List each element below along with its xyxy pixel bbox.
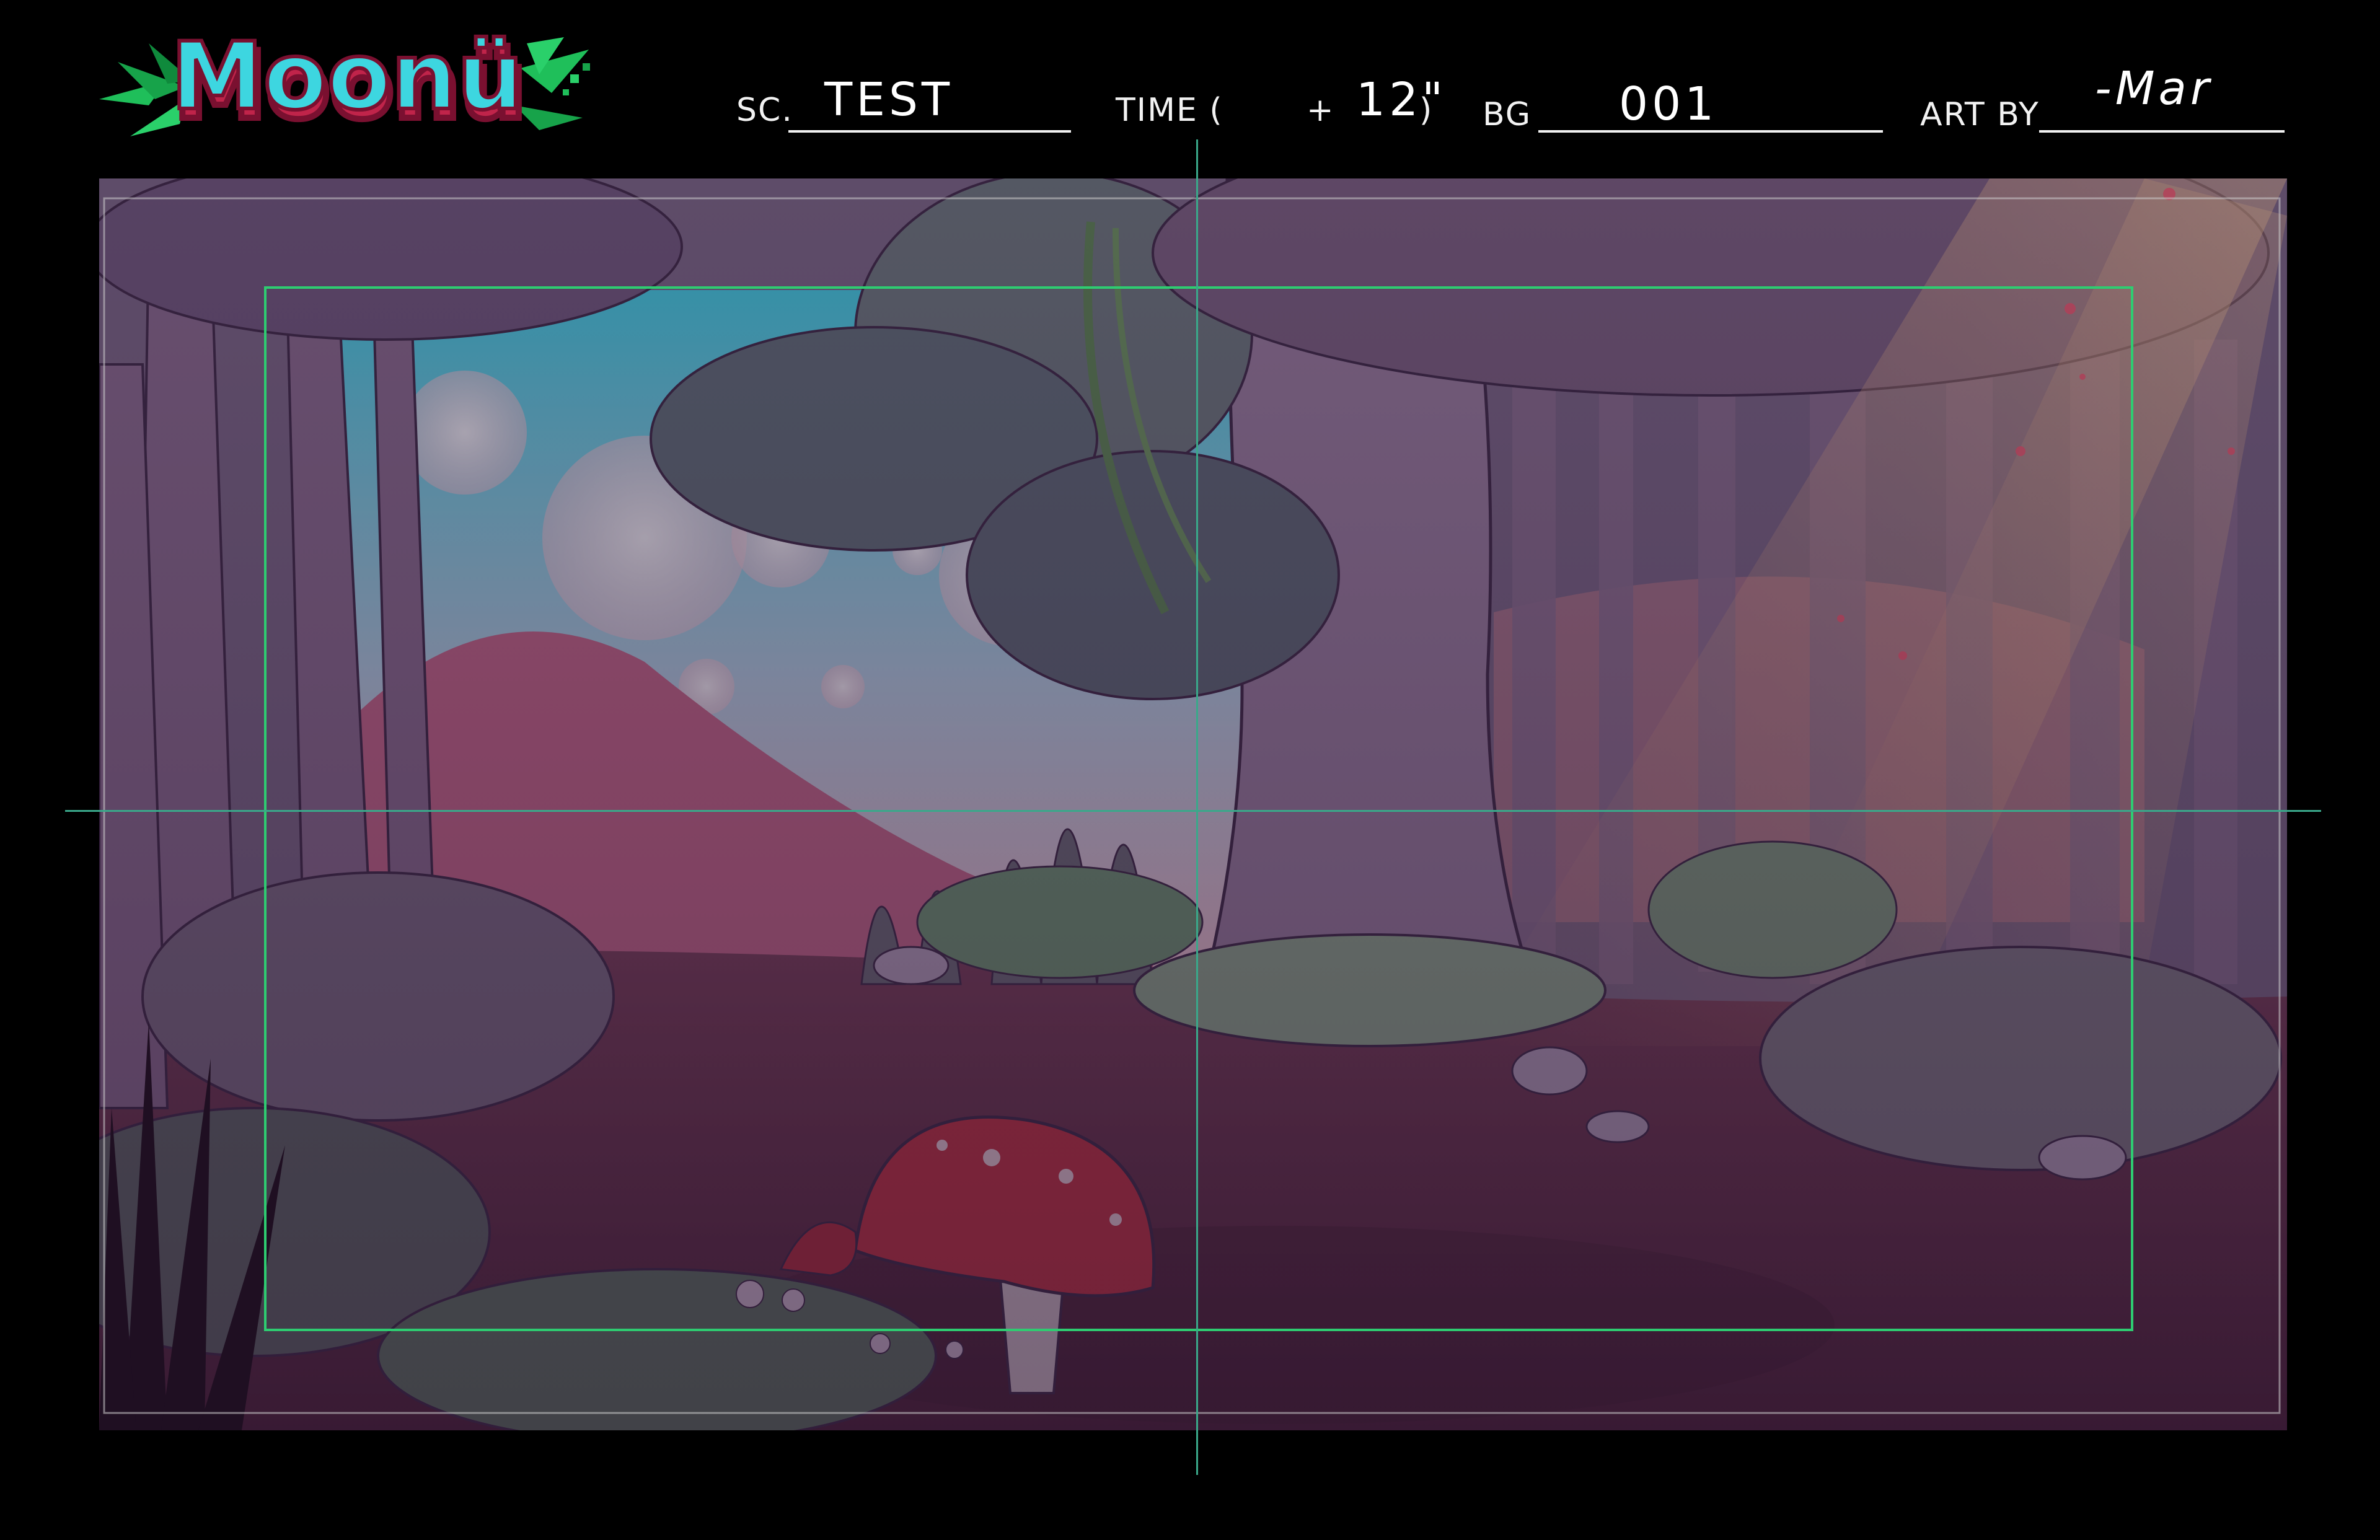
scene-underline	[788, 130, 1071, 133]
artist-signature: -Mar	[2095, 62, 2213, 115]
scene-label: SC.	[736, 92, 793, 129]
center-vertical-guide	[1196, 139, 1198, 1475]
art-underline	[2039, 130, 2285, 133]
art-by-label: ART BY	[1920, 96, 2040, 133]
forest-scene	[99, 178, 2287, 1430]
bg-value: 001	[1619, 77, 1718, 131]
bg-underline	[1538, 130, 1883, 133]
moonu-logo: Moonü Moonü	[99, 25, 590, 143]
time-close: )	[1419, 92, 1434, 129]
time-plus: +	[1307, 92, 1335, 129]
scene-value: TEST	[824, 73, 954, 126]
center-horizontal-guide	[65, 810, 2321, 812]
bg-label: BG	[1483, 96, 1532, 133]
time-label: TIME (	[1116, 92, 1223, 129]
background-illustration	[99, 178, 2287, 1430]
logo-text: Moonü	[171, 25, 524, 131]
